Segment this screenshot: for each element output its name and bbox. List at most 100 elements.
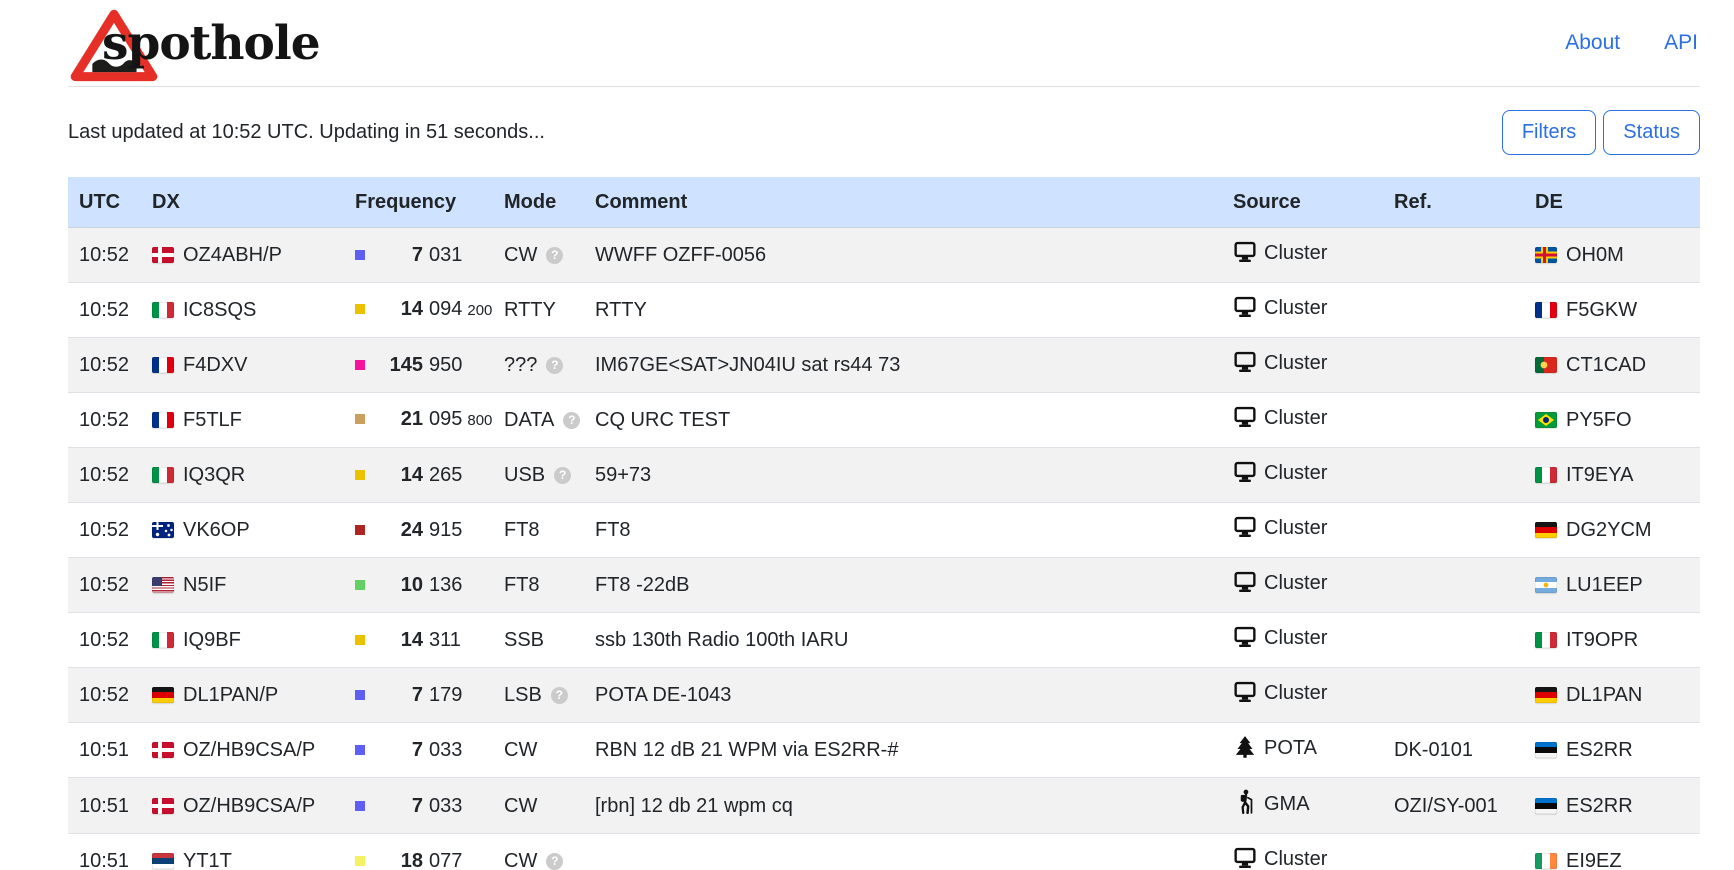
mode-cell: USB? — [494, 448, 585, 503]
logo[interactable]: spothole — [68, 3, 320, 83]
utc-cell: 10:51 — [68, 723, 142, 778]
de-cell: DL1PAN — [1525, 668, 1700, 723]
frequency-khz: 265 — [429, 464, 462, 486]
nav-about-link[interactable]: About — [1565, 31, 1620, 55]
source-label: Cluster — [1264, 627, 1327, 649]
source-monitor-icon — [1233, 847, 1257, 870]
utc-cell: 10:52 — [68, 283, 142, 338]
source-monitor-icon — [1233, 516, 1257, 546]
de-cell: CT1CAD — [1525, 338, 1700, 393]
frequency-mhz: 24 — [367, 516, 423, 544]
nav-api-link[interactable]: API — [1664, 31, 1698, 55]
dx-callsign: N5IF — [183, 574, 226, 596]
flag-it-dx-icon — [152, 467, 174, 483]
band-color-icon — [355, 801, 365, 811]
band-color-icon — [355, 580, 365, 590]
flag-ar-de-icon — [1535, 577, 1557, 593]
mode-cell: DATA? — [494, 393, 585, 448]
source-label: Cluster — [1264, 462, 1327, 484]
mode-help-icon[interactable]: ? — [546, 357, 563, 374]
dx-cell: N5IF — [142, 558, 345, 613]
dx-cell: IQ3QR — [142, 448, 345, 503]
mode-label: CW — [504, 795, 537, 817]
toolbar-buttons: Filters Status — [1502, 110, 1700, 155]
flag-rs-dx-icon — [152, 853, 174, 869]
source-label: Cluster — [1264, 297, 1327, 319]
flag-it-dx-icon — [152, 302, 174, 318]
spots-table-header: UTC DX Frequency Mode Comment Source Ref… — [68, 177, 1700, 228]
mode-help-icon[interactable]: ? — [546, 247, 563, 264]
utc-cell: 10:52 — [68, 503, 142, 558]
frequency-khz: 033 — [429, 795, 462, 817]
ref-cell — [1384, 448, 1525, 503]
header-comment: Comment — [585, 177, 1223, 228]
mode-help-icon[interactable]: ? — [546, 853, 563, 870]
comment-cell: RBN 12 dB 21 WPM via ES2RR-# — [585, 723, 1223, 778]
utc-cell: 10:52 — [68, 393, 142, 448]
band-color-icon — [355, 250, 365, 260]
frequency-cell: 14265 — [345, 448, 494, 503]
flag-dk-dx-icon — [152, 798, 174, 814]
band-color-icon — [355, 690, 365, 700]
dx-callsign: OZ/HB9CSA/P — [183, 739, 315, 761]
mode-label: CW — [504, 850, 537, 870]
dx-cell: YT1T — [142, 834, 345, 870]
filters-button[interactable]: Filters — [1502, 110, 1596, 155]
mode-help-icon[interactable]: ? — [551, 687, 568, 704]
band-color-icon — [355, 360, 365, 370]
mode-label: ??? — [504, 354, 537, 376]
source-cell: Cluster — [1223, 558, 1384, 613]
spot-row: 10:52OZ4ABH/P7031CW?WWFF OZFF-0056Cluste… — [68, 228, 1700, 283]
source-monitor-icon — [1233, 571, 1257, 601]
flag-fr-de-icon — [1535, 302, 1557, 318]
mode-cell: CW? — [494, 834, 585, 870]
source-monitor-icon — [1233, 681, 1257, 711]
ref-cell: OZI/SY-001 — [1384, 778, 1525, 834]
frequency-khz: 077 — [429, 850, 462, 870]
de-cell: EI9EZ — [1525, 834, 1700, 870]
ref-cell — [1384, 503, 1525, 558]
flag-fr-dx-icon — [152, 357, 174, 373]
header-frequency: Frequency — [345, 177, 494, 228]
mode-cell: CW? — [494, 228, 585, 283]
spot-row: 10:52VK6OP24915FT8FT8ClusterDG2YCM — [68, 503, 1700, 558]
comment-cell: 59+73 — [585, 448, 1223, 503]
dx-callsign: VK6OP — [183, 519, 250, 541]
status-button[interactable]: Status — [1603, 110, 1700, 155]
flag-ee-de-icon — [1535, 742, 1557, 758]
mode-help-icon[interactable]: ? — [554, 467, 571, 484]
source-label: Cluster — [1264, 682, 1327, 704]
de-cell: LU1EEP — [1525, 558, 1700, 613]
de-callsign: IT9OPR — [1566, 629, 1638, 651]
dx-cell: IC8SQS — [142, 283, 345, 338]
source-label: Cluster — [1264, 352, 1327, 374]
dx-cell: F5TLF — [142, 393, 345, 448]
frequency-mhz: 7 — [367, 792, 423, 820]
flag-de-dx-icon — [152, 687, 174, 703]
flag-us-dx-icon — [152, 577, 174, 593]
comment-cell: POTA DE-1043 — [585, 668, 1223, 723]
utc-cell: 10:52 — [68, 448, 142, 503]
mode-cell: LSB? — [494, 668, 585, 723]
frequency-mhz: 7 — [367, 681, 423, 709]
dx-callsign: F4DXV — [183, 354, 247, 376]
frequency-khz: 915 — [429, 519, 462, 541]
dx-cell: OZ/HB9CSA/P — [142, 723, 345, 778]
source-cell: Cluster — [1223, 448, 1384, 503]
header-source: Source — [1223, 177, 1384, 228]
flag-fr-dx-icon — [152, 412, 174, 428]
source-monitor-icon — [1233, 626, 1257, 656]
utc-cell: 10:52 — [68, 668, 142, 723]
mode-help-icon[interactable]: ? — [563, 412, 580, 429]
mode-label: FT8 — [504, 574, 540, 596]
flag-br-de-icon — [1535, 412, 1557, 428]
source-monitor-icon — [1233, 406, 1257, 436]
band-color-icon — [355, 304, 365, 314]
band-color-icon — [355, 470, 365, 480]
comment-cell: WWFF OZFF-0056 — [585, 228, 1223, 283]
spot-row: 10:51YT1T18077CW?ClusterEI9EZ — [68, 834, 1700, 870]
spots-table: UTC DX Frequency Mode Comment Source Ref… — [68, 177, 1700, 870]
source-cell: Cluster — [1223, 503, 1384, 558]
frequency-mhz: 14 — [367, 295, 423, 323]
dx-callsign: F5TLF — [183, 409, 242, 431]
